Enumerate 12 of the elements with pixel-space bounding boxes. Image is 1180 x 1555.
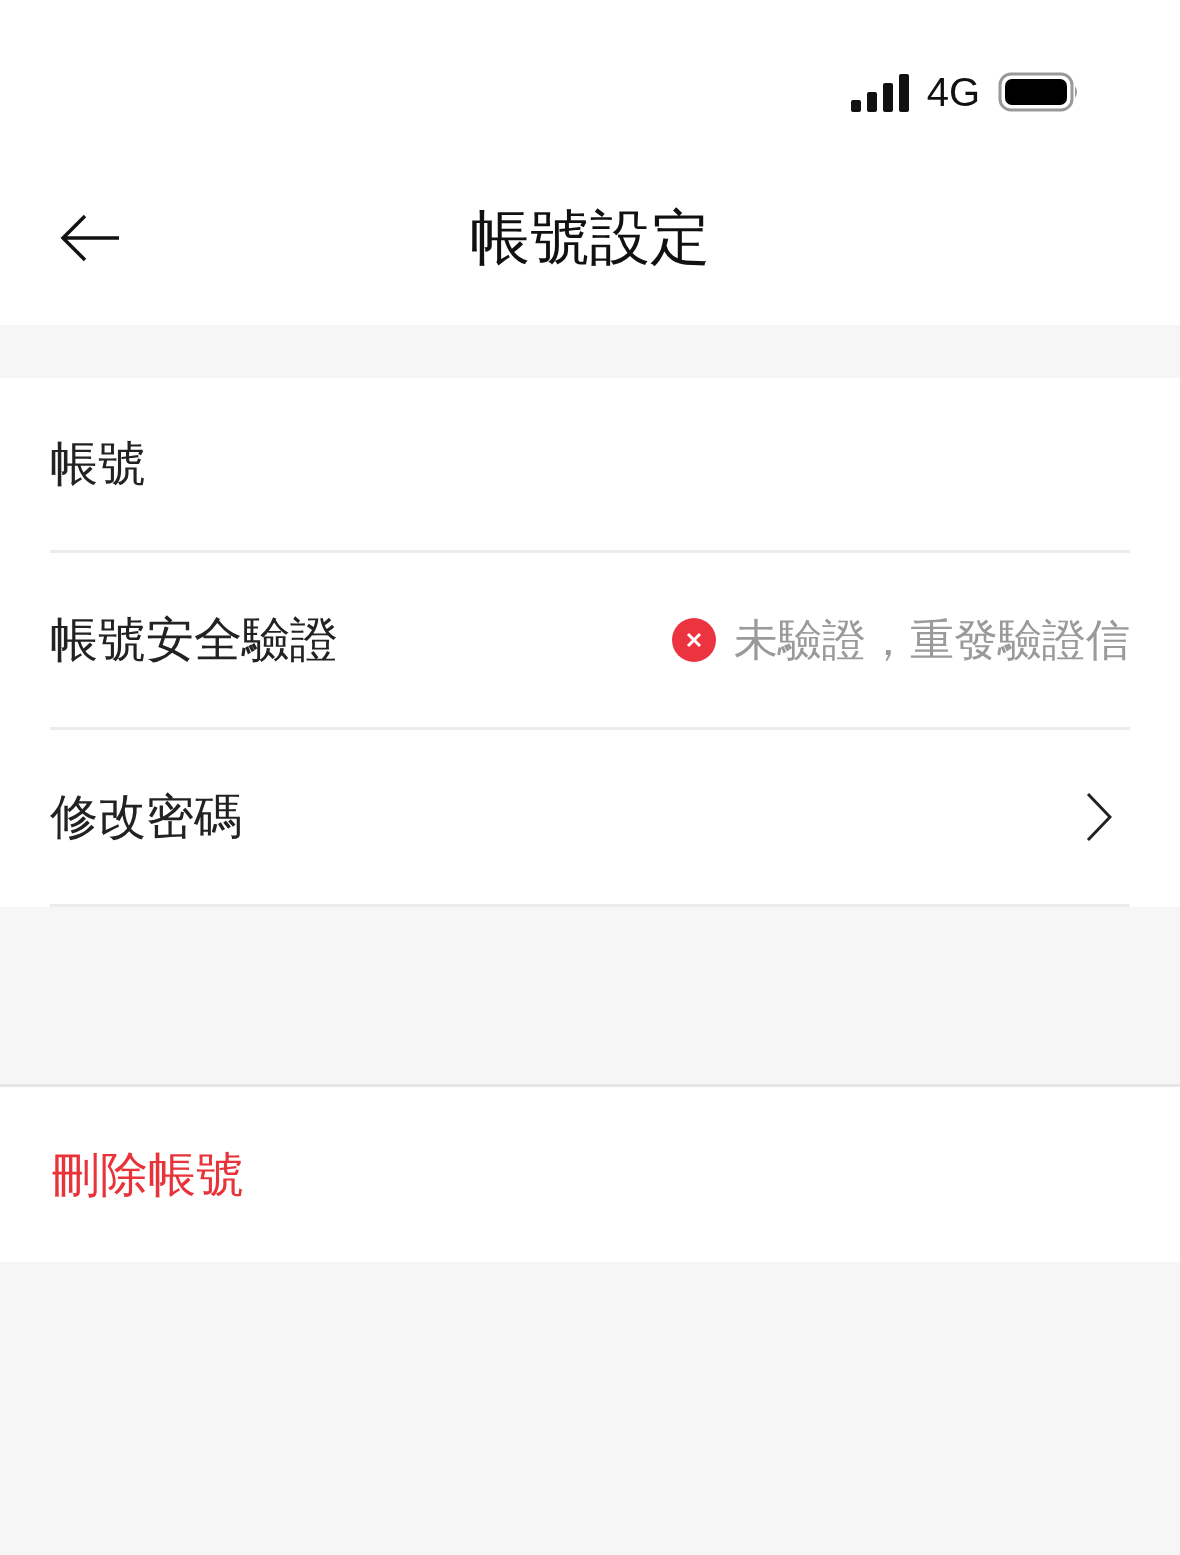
change-password-item[interactable]: 修改密碼 — [50, 730, 1130, 907]
resend-verification-link[interactable]: 未驗證，重發驗證信 — [734, 607, 1130, 673]
row-label: 帳號安全驗證 — [50, 612, 338, 668]
delete-account-button[interactable]: 刪除帳號 — [52, 1138, 244, 1211]
signal-icon — [850, 74, 909, 112]
row-label: 帳號 — [50, 436, 146, 492]
chevron-right-icon — [1086, 792, 1112, 842]
network-label: 4G — [926, 72, 980, 112]
row-label: 修改密碼 — [50, 789, 242, 845]
back-arrow-icon — [59, 212, 121, 263]
page-title: 帳號設定 — [470, 202, 710, 273]
battery-icon — [998, 72, 1080, 112]
